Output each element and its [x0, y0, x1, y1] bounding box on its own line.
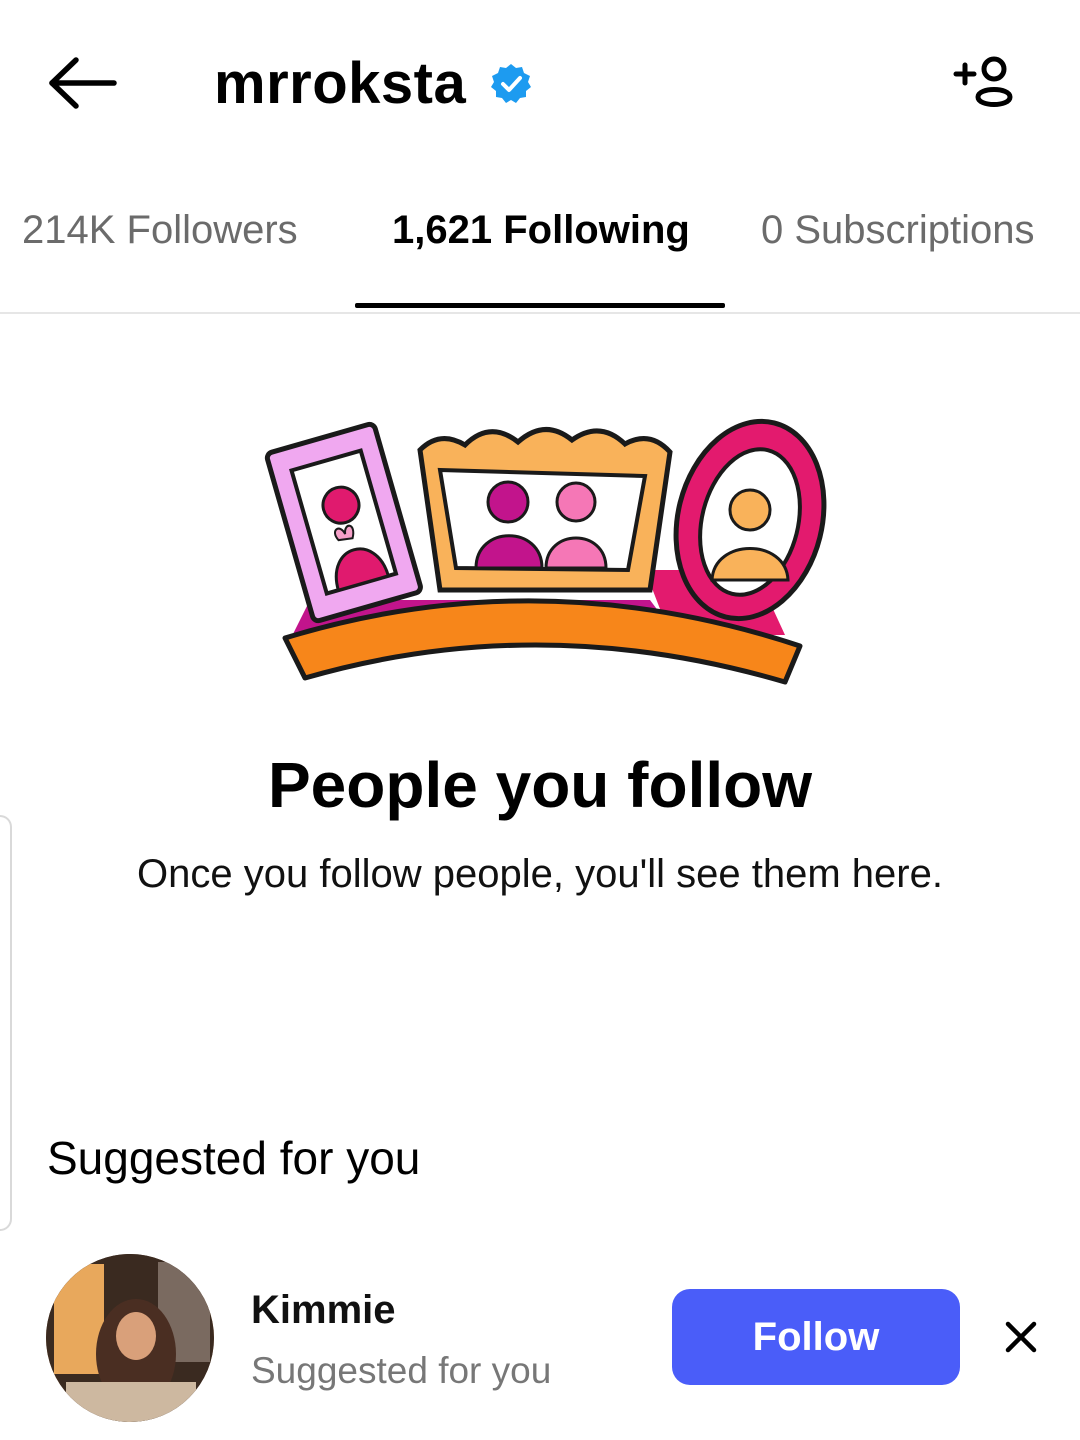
side-edge-handle[interactable] — [0, 815, 12, 1231]
add-person-icon — [953, 56, 1013, 107]
empty-state-subtitle: Once you follow people, you'll see them … — [137, 852, 943, 896]
active-tab-indicator — [355, 303, 725, 308]
profile-username: mrroksta — [214, 51, 467, 116]
profile-tabs: 214K Followers 1,621 Following 0 Subscri… — [0, 190, 1080, 314]
username-area: mrroksta — [214, 46, 532, 122]
tab-subscriptions[interactable]: 0 Subscriptions — [761, 210, 1034, 250]
suggested-heading: Suggested for you — [47, 1132, 421, 1184]
add-person-button[interactable] — [944, 48, 1028, 118]
arrow-left-icon — [49, 57, 117, 109]
empty-state-title: People you follow — [267, 749, 813, 821]
close-icon — [1005, 1321, 1037, 1353]
back-button[interactable] — [40, 48, 124, 118]
follow-button[interactable]: Follow — [672, 1289, 960, 1385]
suggested-user-meta: Suggested for you — [251, 1350, 552, 1391]
avatar[interactable] — [46, 1254, 214, 1422]
avatar-photo — [46, 1254, 214, 1422]
suggested-user-name[interactable]: Kimmie — [251, 1290, 396, 1330]
dismiss-suggestion-button[interactable] — [994, 1310, 1048, 1364]
suggested-user-row[interactable]: Kimmie Suggested for you Follow — [0, 1250, 1080, 1422]
verified-badge-icon — [491, 64, 532, 103]
photo-frames-illustration — [264, 418, 827, 685]
tab-followers[interactable]: 214K Followers — [22, 210, 298, 250]
top-bar: mrroksta — [0, 0, 1080, 170]
tab-following[interactable]: 1,621 Following — [392, 210, 690, 250]
